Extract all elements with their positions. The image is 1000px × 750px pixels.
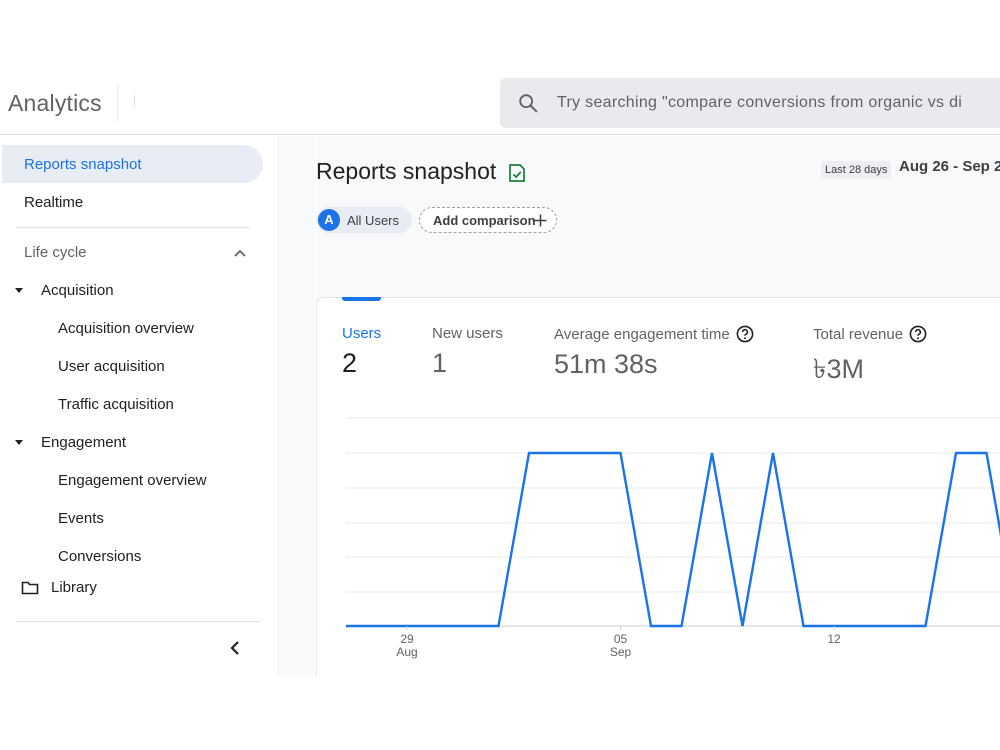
x-axis-tick-label: 12 (827, 632, 841, 646)
chevron-up-icon[interactable] (233, 248, 247, 258)
sidebar-item-realtime[interactable]: Realtime (24, 194, 83, 211)
sidebar-group-acquisition[interactable]: Acquisition (41, 282, 114, 299)
x-axis-tick-label: 29 (400, 632, 414, 646)
sidebar-item-user-acquisition[interactable]: User acquisition (58, 358, 165, 375)
users-series-line (346, 451, 1000, 628)
chevron-left-icon[interactable] (227, 639, 243, 657)
caret-down-icon[interactable] (15, 440, 23, 445)
sidebar-item-traffic-acquisition[interactable]: Traffic acquisition (58, 396, 174, 413)
sidebar-gutter (278, 136, 315, 675)
folder-icon (21, 581, 39, 595)
sidebar-item-events[interactable]: Events (58, 510, 104, 527)
x-axis-tick-sublabel: Sep (610, 645, 632, 659)
search-placeholder: Try searching "compare conversions from … (557, 94, 963, 111)
sidebar-item-conversions[interactable]: Conversions (58, 548, 141, 561)
app-title[interactable]: Analytics (8, 90, 102, 117)
sidebar-item-library[interactable]: Library (51, 579, 97, 596)
sidebar-item-label: Reports snapshot (24, 156, 142, 173)
sidebar-item-acquisition-overview[interactable]: Acquisition overview (58, 320, 194, 337)
users-line-chart: 29Aug 05Sep 12 (345, 417, 1000, 659)
brand-divider (117, 85, 118, 121)
sidebar-item-engagement-overview[interactable]: Engagement overview (58, 472, 206, 489)
top-bar: Analytics Try searching "compare convers… (0, 75, 1000, 135)
property-selector[interactable] (131, 95, 135, 107)
analytics-app: Analytics Try searching "compare convers… (0, 75, 1000, 675)
sidebar-item-conversions-clip: Conversions (58, 546, 258, 561)
x-axis-tick-label: 05 (614, 632, 628, 646)
main-content: Reports snapshot Last 28 days Aug 26 - S… (316, 136, 1000, 675)
search-icon (519, 94, 538, 113)
sidebar: Reports snapshot Realtime Life cycle Acq… (0, 136, 278, 675)
search-bar[interactable]: Try searching "compare conversions from … (500, 78, 1000, 128)
sidebar-item-reports-snapshot[interactable]: Reports snapshot (2, 145, 263, 183)
sidebar-group-engagement[interactable]: Engagement (41, 434, 126, 451)
sidebar-divider (16, 621, 260, 622)
x-axis-tick-sublabel: Aug (396, 645, 417, 659)
sidebar-divider (16, 227, 250, 228)
sidebar-section-life-cycle[interactable]: Life cycle (24, 244, 87, 261)
caret-down-icon[interactable] (15, 288, 23, 293)
